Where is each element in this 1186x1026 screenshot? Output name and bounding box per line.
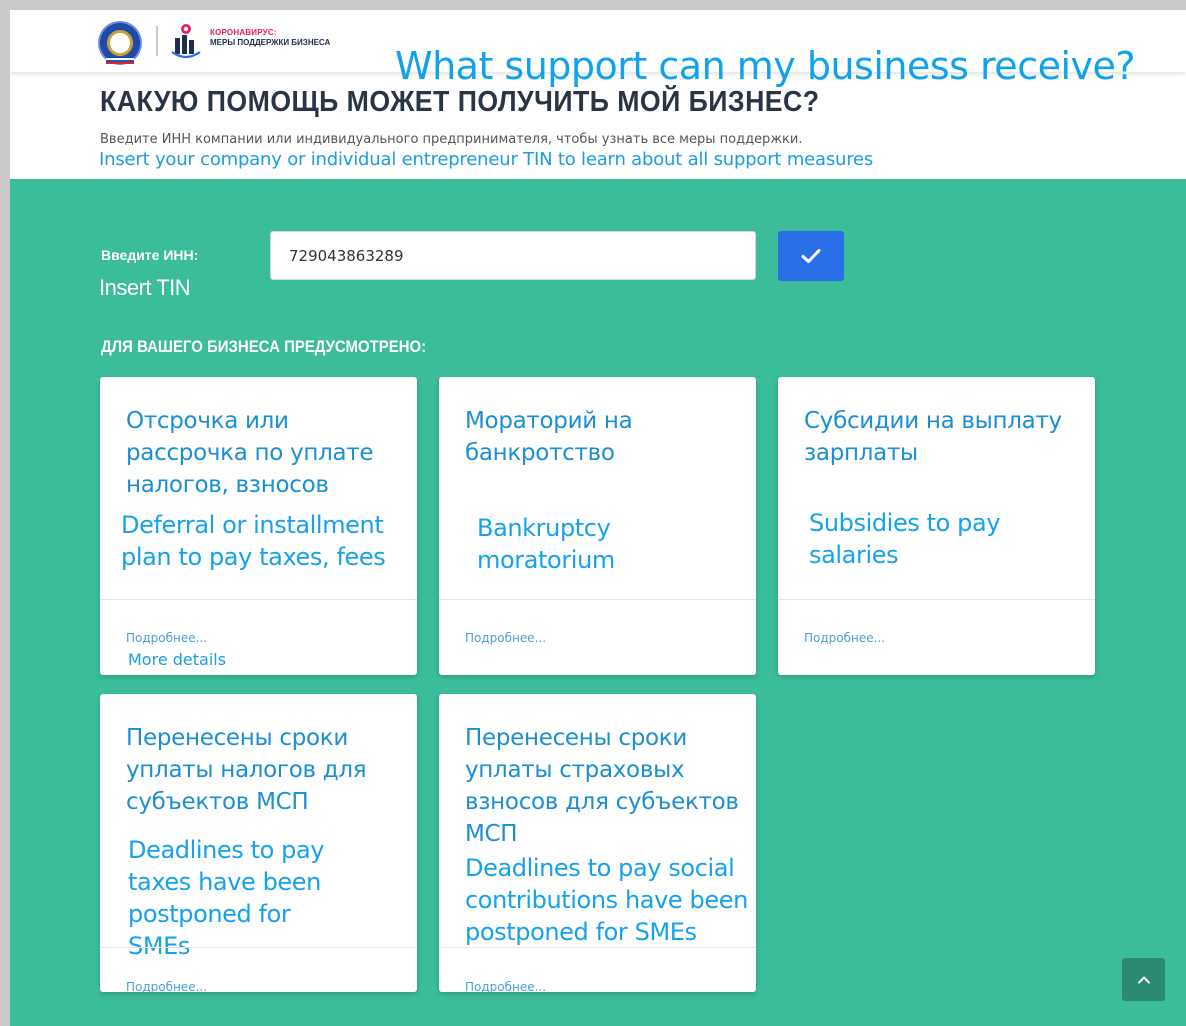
card-title-translation: Bankruptcy moratorium	[477, 514, 615, 574]
card-title: Отсрочка или рассрочка по уплате налогов…	[126, 408, 374, 498]
page-description-translation: Insert your company or individual entrep…	[99, 149, 874, 170]
card-divider	[100, 599, 417, 600]
results-heading: ДЛЯ ВАШЕГО БИЗНЕСА ПРЕДУСМОТРЕНО:	[101, 337, 427, 356]
card-more-link[interactable]: Подробнее...	[804, 631, 885, 645]
card-title-translation: Subsidies to pay salaries	[809, 509, 1001, 569]
card-more-link-translation: More details	[128, 650, 227, 669]
support-card-bankruptcy-moratorium[interactable]: Мораторий на банкротство Bankruptcy mora…	[439, 377, 756, 675]
card-title-translation: Deadlines to pay taxes have been postpon…	[128, 836, 325, 960]
inn-label-translation: Insert TIN	[99, 275, 191, 300]
card-divider	[439, 599, 756, 600]
card-divider	[100, 947, 417, 948]
card-title: Мораторий на банкротство	[465, 408, 633, 466]
bar-chart-logo-icon[interactable]	[166, 22, 206, 62]
check-icon	[801, 249, 821, 263]
card-more-link[interactable]: Подробнее...	[465, 631, 546, 645]
card-title-translation: Deferral or installment plan to pay taxe…	[121, 511, 386, 571]
chevron-up-icon	[1137, 976, 1150, 983]
submit-button[interactable]	[778, 231, 844, 281]
card-more-link[interactable]: Подробнее...	[126, 980, 207, 992]
scroll-to-top-button[interactable]	[1122, 958, 1165, 1001]
page-title: КАКУЮ ПОМОЩЬ МОЖЕТ ПОЛУЧИТЬ МОЙ БИЗНЕС?	[100, 86, 820, 118]
support-card-salary-subsidies[interactable]: Субсидии на выплату зарплаты Subsidies t…	[778, 377, 1095, 675]
translation-title: What support can my business receive?	[395, 44, 1136, 88]
page-header: КОРОНАВИРУС: МЕРЫ ПОДДЕРЖКИ БИЗНЕСА КАКУ…	[10, 10, 1186, 179]
card-more-link[interactable]: Подробнее...	[126, 631, 207, 645]
logo-title: КОРОНАВИРУС:	[210, 28, 277, 37]
logo-divider	[156, 26, 158, 56]
inn-input[interactable]	[270, 231, 756, 280]
page-description: Введите ИНН компании или индивидуального…	[100, 132, 803, 147]
card-divider	[439, 947, 756, 948]
card-divider	[778, 599, 1095, 600]
support-card-tax-deferral[interactable]: Отсрочка или рассрочка по уплате налогов…	[100, 377, 417, 675]
page-frame: КОРОНАВИРУС: МЕРЫ ПОДДЕРЖКИ БИЗНЕСА КАКУ…	[10, 10, 1186, 1026]
flag-ribbon-icon	[106, 58, 134, 64]
support-card-contribution-deadlines[interactable]: Перенесены сроки уплаты страховых взносо…	[439, 694, 756, 992]
card-title: Субсидии на выплату зарплаты	[804, 408, 1062, 466]
support-card-tax-deadlines[interactable]: Перенесены сроки уплаты налогов для субъ…	[100, 694, 417, 992]
card-title: Перенесены сроки уплаты страховых взносо…	[465, 725, 739, 847]
card-title: Перенесены сроки уплаты налогов для субъ…	[126, 725, 367, 815]
inn-label: Введите ИНН:	[101, 247, 199, 263]
card-title-translation: Deadlines to pay social contributions ha…	[465, 854, 748, 946]
card-more-link[interactable]: Подробнее...	[465, 980, 546, 992]
logo-subtitle: МЕРЫ ПОДДЕРЖКИ БИЗНЕСА	[210, 38, 331, 47]
